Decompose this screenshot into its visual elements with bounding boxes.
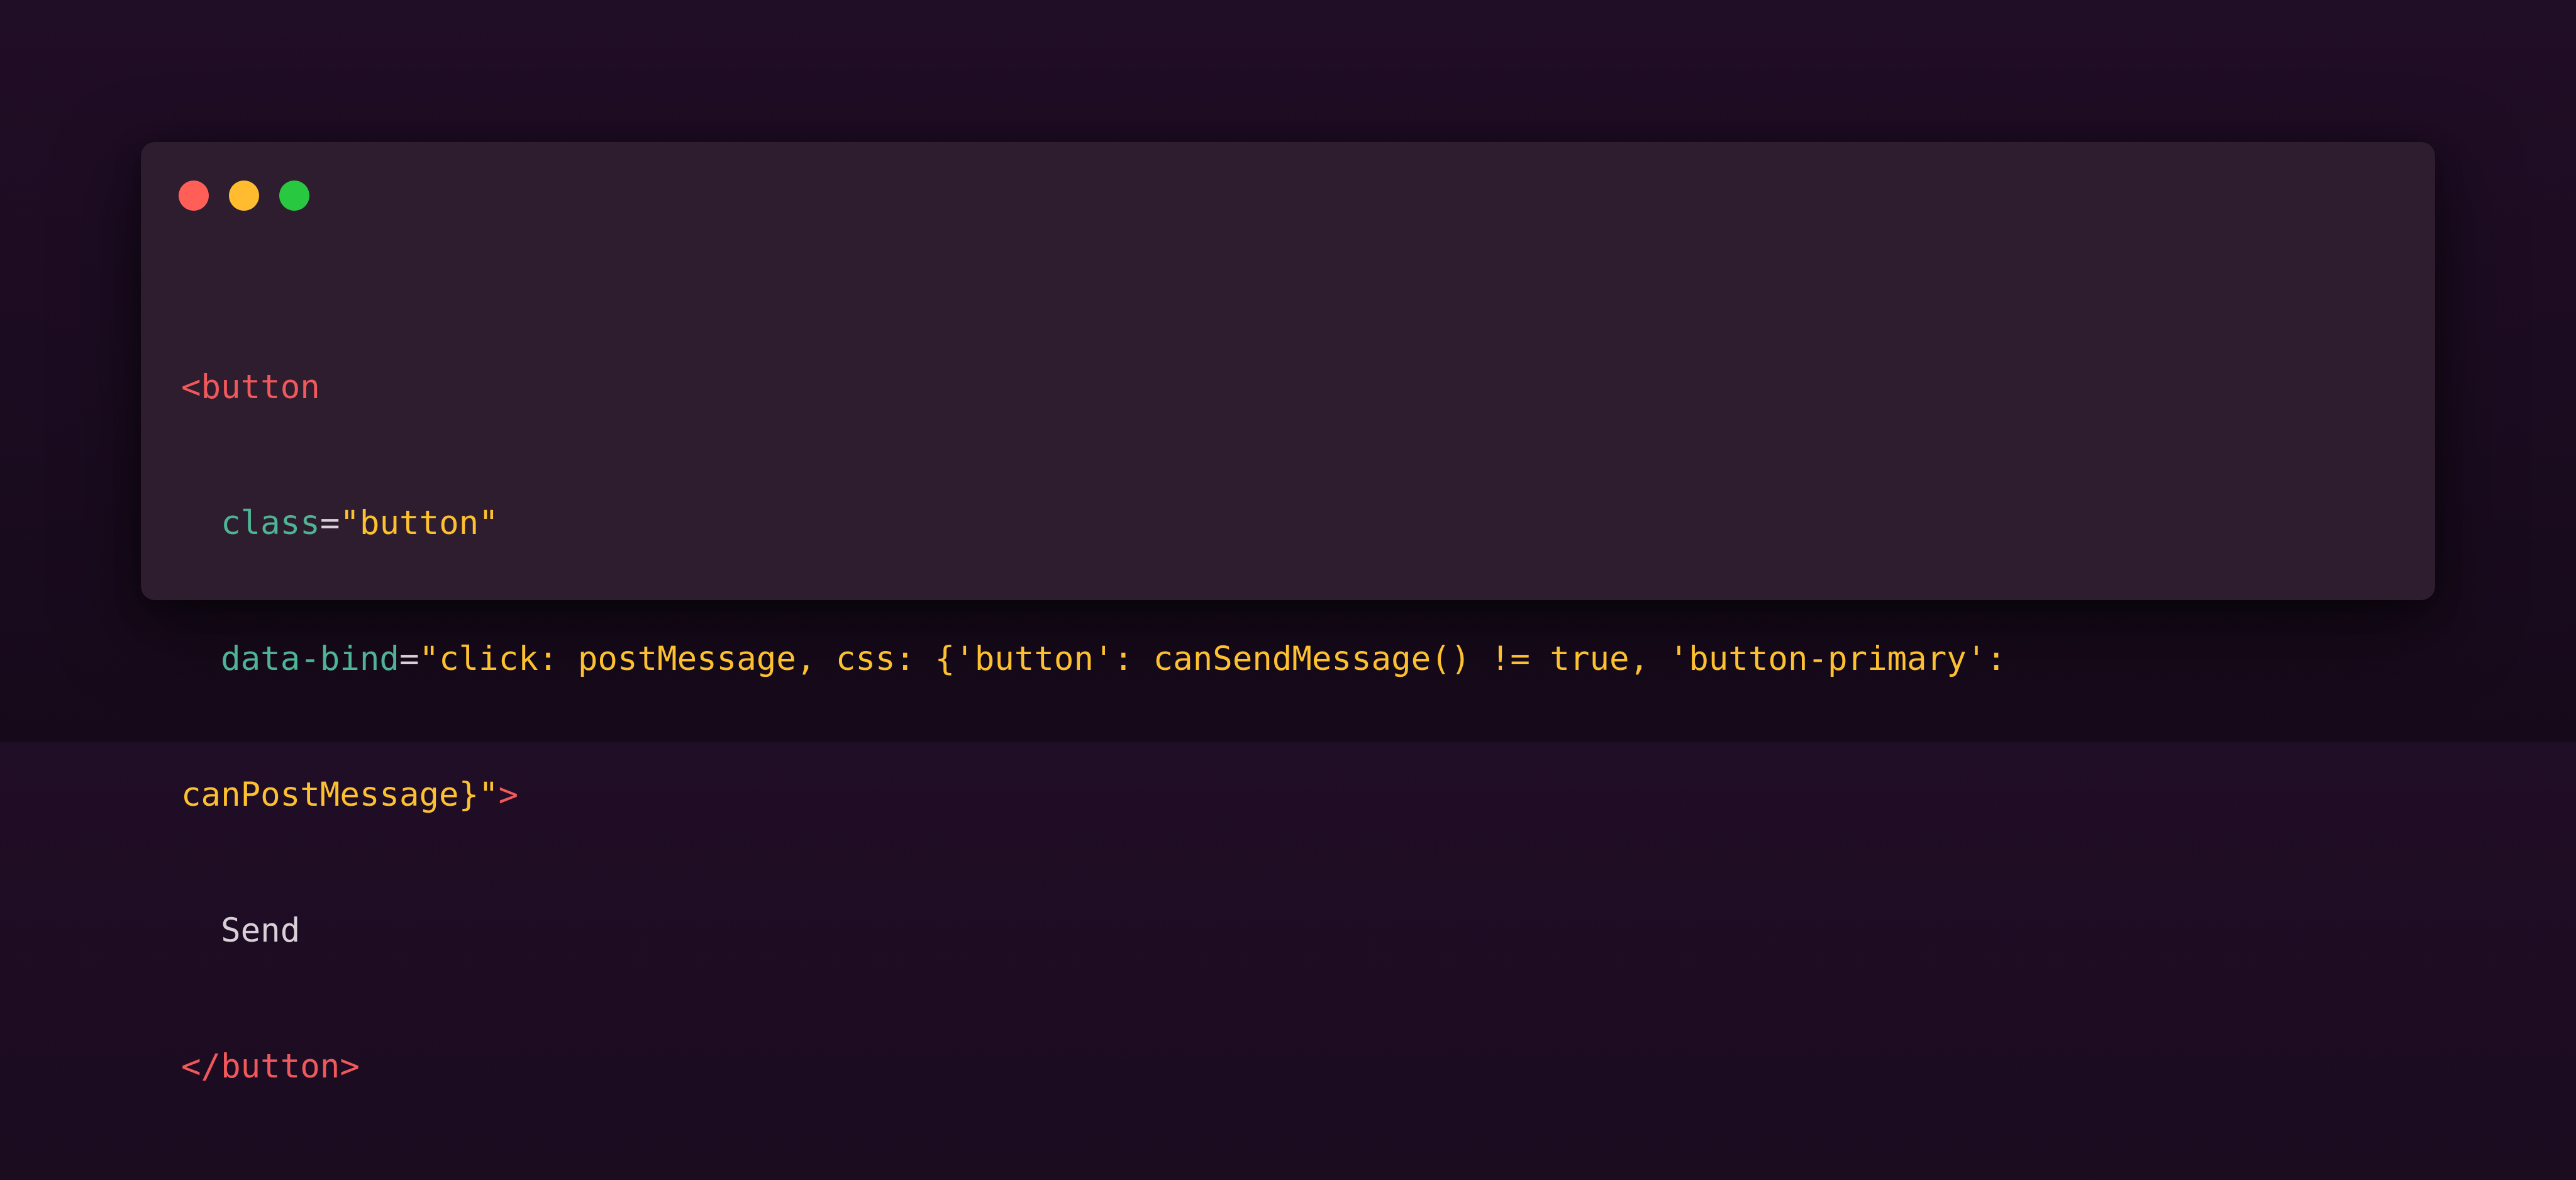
code-line-2: class="button" bbox=[181, 501, 2407, 546]
code-line-4: canPostMessage}"> bbox=[181, 772, 2407, 818]
zoom-window-icon[interactable] bbox=[279, 181, 309, 211]
code-line-3: data-bind="click: postMessage, css: {'bu… bbox=[181, 637, 2407, 682]
code-line-5: Send bbox=[181, 908, 2407, 954]
minimize-window-icon[interactable] bbox=[229, 181, 259, 211]
equals-sign: = bbox=[319, 504, 340, 542]
code-line-6: </button> bbox=[181, 1044, 2407, 1089]
attribute-value-data-bind: "click: postMessage, css: {'button': can… bbox=[419, 640, 2006, 678]
code-window: <button class="button" data-bind="click:… bbox=[141, 142, 2435, 1086]
button-text-content: Send bbox=[221, 911, 301, 950]
attribute-value-class: "button" bbox=[340, 504, 499, 542]
code-line-1: <button bbox=[181, 365, 2407, 410]
close-tag: </button> bbox=[181, 1047, 360, 1086]
attribute-name-class: class bbox=[221, 504, 320, 542]
attribute-value-data-bind-continued: canPostMessage}" bbox=[181, 776, 499, 814]
code-block: <button class="button" data-bind="click:… bbox=[181, 274, 2407, 1180]
close-window-icon[interactable] bbox=[179, 181, 209, 211]
equals-sign: = bbox=[399, 640, 419, 678]
tag-close-bracket: > bbox=[498, 776, 519, 814]
window-controls bbox=[179, 181, 309, 211]
open-tag: <button bbox=[181, 368, 320, 406]
attribute-name-data-bind: data-bind bbox=[221, 640, 399, 678]
